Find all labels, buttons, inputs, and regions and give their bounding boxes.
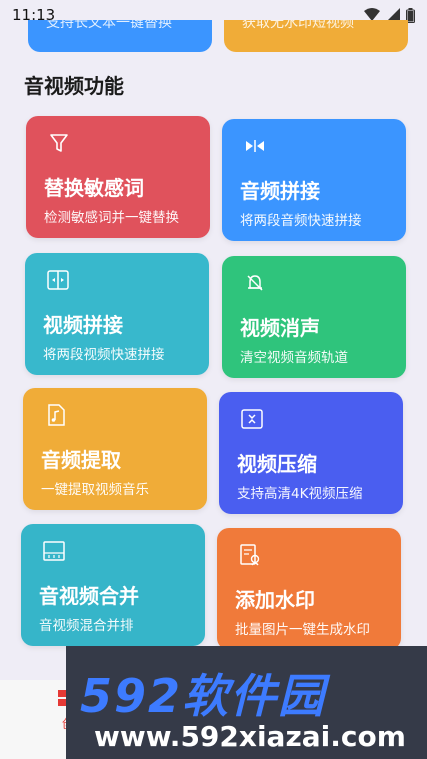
card-subtitle: 检测敏感词并一键替换 (44, 210, 179, 226)
card-add-watermark[interactable]: 添加水印 批量图片一键生成水印 (217, 528, 401, 650)
card-title: 视频消声 (240, 316, 320, 340)
card-audio-merge[interactable]: 音频拼接 将两段音频快速拼接 (222, 119, 406, 241)
card-title: 添加水印 (235, 588, 315, 612)
section-title: 音视频功能 (24, 74, 124, 98)
compress-icon (241, 409, 263, 429)
previous-card-left[interactable]: 支持长文本一键替换 (28, 20, 212, 52)
music-file-icon (48, 404, 65, 426)
mute-bell-icon (247, 275, 263, 291)
card-subtitle: 清空视频音频轨道 (240, 350, 348, 366)
card-subtitle: 支持高清4K视频压缩 (237, 486, 363, 502)
card-audio-extract[interactable]: 音频提取 一键提取视频音乐 (23, 388, 207, 510)
card-video-merge[interactable]: 视频拼接 将两段视频快速拼接 (25, 253, 209, 375)
card-subtitle: 将两段音频快速拼接 (240, 213, 362, 229)
card-title: 音频拼接 (240, 179, 320, 203)
site-watermark: 592软件园 www.592xiazai.com (66, 646, 427, 759)
card-title: 音视频合并 (39, 584, 139, 608)
audio-merge-icon (246, 140, 264, 152)
previous-card-right[interactable]: 获取无水印短视频 (224, 20, 408, 52)
filter-icon (50, 134, 68, 152)
previous-card-right-text: 获取无水印短视频 (242, 20, 354, 31)
card-subtitle: 一键提取视频音乐 (41, 482, 149, 498)
previous-card-left-text: 支持长文本一键替换 (46, 20, 172, 31)
card-audio-video-merge[interactable]: 音视频合并 音视频混合并排 (21, 524, 205, 646)
card-replace-sensitive-words[interactable]: 替换敏感词 检测敏感词并一键替换 (26, 116, 210, 238)
audio-video-merge-icon (43, 541, 65, 561)
card-video-compress[interactable]: 视频压缩 支持高清4K视频压缩 (219, 392, 403, 514)
video-merge-icon (47, 270, 69, 290)
card-subtitle: 音视频混合并排 (39, 618, 134, 634)
card-title: 视频压缩 (237, 452, 317, 476)
watermark-brand: 592软件园 (80, 669, 327, 723)
watermark-icon (240, 544, 260, 566)
card-title: 替换敏感词 (44, 176, 144, 200)
card-subtitle: 将两段视频快速拼接 (43, 347, 165, 363)
card-video-mute[interactable]: 视频消声 清空视频音频轨道 (222, 256, 406, 378)
card-title: 音频提取 (41, 448, 121, 472)
card-subtitle: 批量图片一键生成水印 (235, 622, 370, 638)
watermark-url: www.592xiazai.com (94, 720, 406, 753)
card-title: 视频拼接 (43, 313, 123, 337)
